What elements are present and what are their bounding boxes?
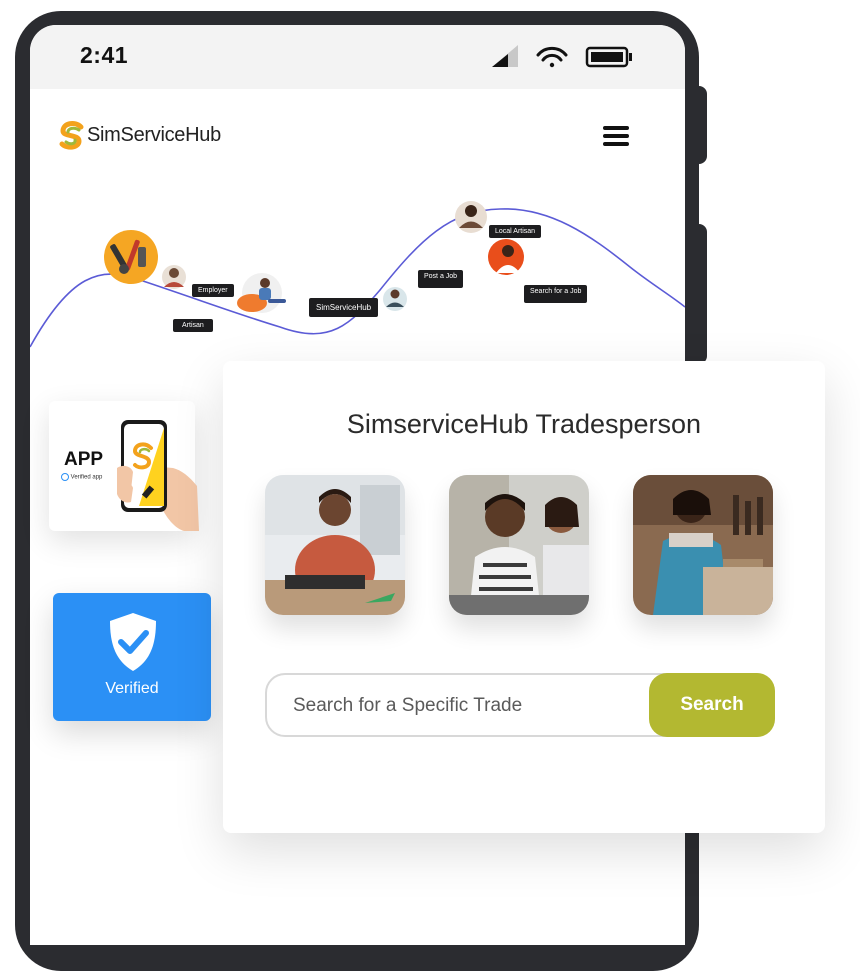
app-verified-text: Verified app (70, 474, 103, 481)
shield-check-icon (110, 613, 156, 671)
search-job-tag-text: Search for a Job (530, 288, 582, 295)
tradesperson-card: SimserviceHub Tradesperson Search for a … (223, 361, 825, 833)
artisan-tag: Artisan (173, 319, 213, 332)
meeting-image (449, 475, 589, 615)
menu-button[interactable] (603, 126, 629, 148)
status-icons (490, 43, 640, 80)
tailor-image (265, 475, 405, 615)
brand-tag: SimServiceHub (309, 298, 379, 317)
trade-search-input[interactable] (291, 675, 635, 737)
job-seeker-avatar (488, 239, 524, 275)
phone-side-button-top (699, 86, 707, 164)
employer-avatar (237, 273, 286, 313)
status-time: 2:41 (80, 42, 129, 68)
signal-icon (492, 45, 518, 67)
tailor-photo[interactable] (265, 475, 405, 615)
check-circle-icon (61, 473, 69, 481)
post-job-tag-text: Post a Job (424, 273, 458, 280)
logo-icon (59, 121, 84, 150)
status-bar: 2:41 (30, 25, 685, 89)
trade-search-bar: Search (265, 673, 775, 737)
phone-hand-icon (117, 420, 199, 531)
app-badge-card[interactable]: APP Verified app (49, 401, 199, 531)
search-button[interactable]: Search (649, 673, 775, 737)
post-job-tag: Post a Job (418, 270, 464, 288)
wifi-icon (536, 46, 568, 68)
tools-avatar (104, 230, 158, 284)
local-artisan-tag: Local Artisan (489, 225, 542, 238)
menu-icon-line (603, 134, 629, 138)
app-label: APP (64, 449, 104, 470)
journey-curve (30, 201, 685, 348)
app-verified-row: Verified app (61, 473, 102, 481)
menu-icon-line (603, 142, 629, 146)
verified-badge-card[interactable]: Verified (53, 593, 211, 721)
verified-label: Verified (105, 680, 159, 697)
battery-icon (585, 46, 632, 68)
woodworker-image (633, 475, 773, 615)
employer-tag: Employer (192, 284, 234, 297)
brand-tag-text: SimServiceHub (316, 303, 372, 312)
artisan-avatar (162, 265, 186, 289)
search-job-tag: Search for a Job (524, 285, 588, 303)
card-title: SimserviceHub Tradesperson (346, 409, 702, 439)
business-meeting-photo[interactable] (449, 475, 589, 615)
menu-icon (603, 126, 629, 130)
post-job-avatar (383, 287, 407, 311)
local-artisan-avatar (455, 201, 487, 233)
woodworker-photo[interactable] (633, 475, 773, 615)
phone-side-button-bottom (699, 224, 707, 364)
logo-text: SimServiceHub (87, 124, 221, 146)
